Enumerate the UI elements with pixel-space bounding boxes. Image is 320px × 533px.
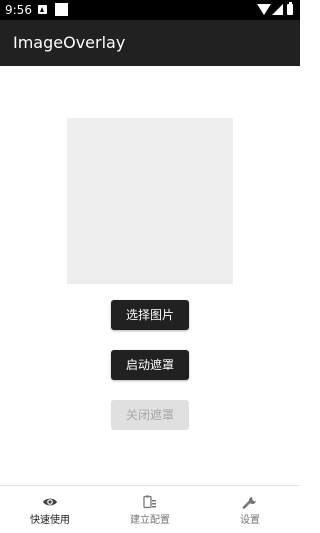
app-title: ImageOverlay (13, 33, 126, 52)
image-preview (67, 118, 233, 284)
eye-icon (43, 498, 57, 506)
nav-label-settings: 设置 (240, 515, 260, 526)
status-time: 9:56 (5, 3, 32, 17)
wrench-icon (242, 497, 256, 509)
nav-item-settings[interactable]: 设置 (200, 486, 300, 533)
cell-signal-icon (272, 4, 283, 15)
nav-label-create-config: 建立配置 (130, 515, 170, 526)
nav-item-create-config[interactable]: 建立配置 (100, 486, 200, 533)
select-image-button[interactable]: 选择图片 (111, 300, 189, 330)
nav-item-quick-use[interactable]: 快速使用 (0, 486, 100, 533)
nav-label-quick-use: 快速使用 (30, 515, 70, 526)
start-overlay-button[interactable]: 启动遮罩 (111, 350, 189, 380)
notification-square-icon (55, 3, 68, 16)
status-bar: 9:56 (0, 0, 300, 20)
bottom-navigation: 快速使用 建立配置 设置 (0, 485, 300, 533)
stop-overlay-button: 关闭遮罩 (111, 400, 189, 430)
notification-app-icon (38, 5, 47, 14)
wifi-icon (257, 4, 271, 15)
clipboard-list-icon (143, 495, 156, 509)
app-screen: 9:56 ImageOverlay 选择图片 启动遮罩 关闭遮罩 快速使用 建立… (0, 0, 300, 533)
battery-icon (287, 2, 293, 15)
app-bar: ImageOverlay (0, 20, 300, 66)
